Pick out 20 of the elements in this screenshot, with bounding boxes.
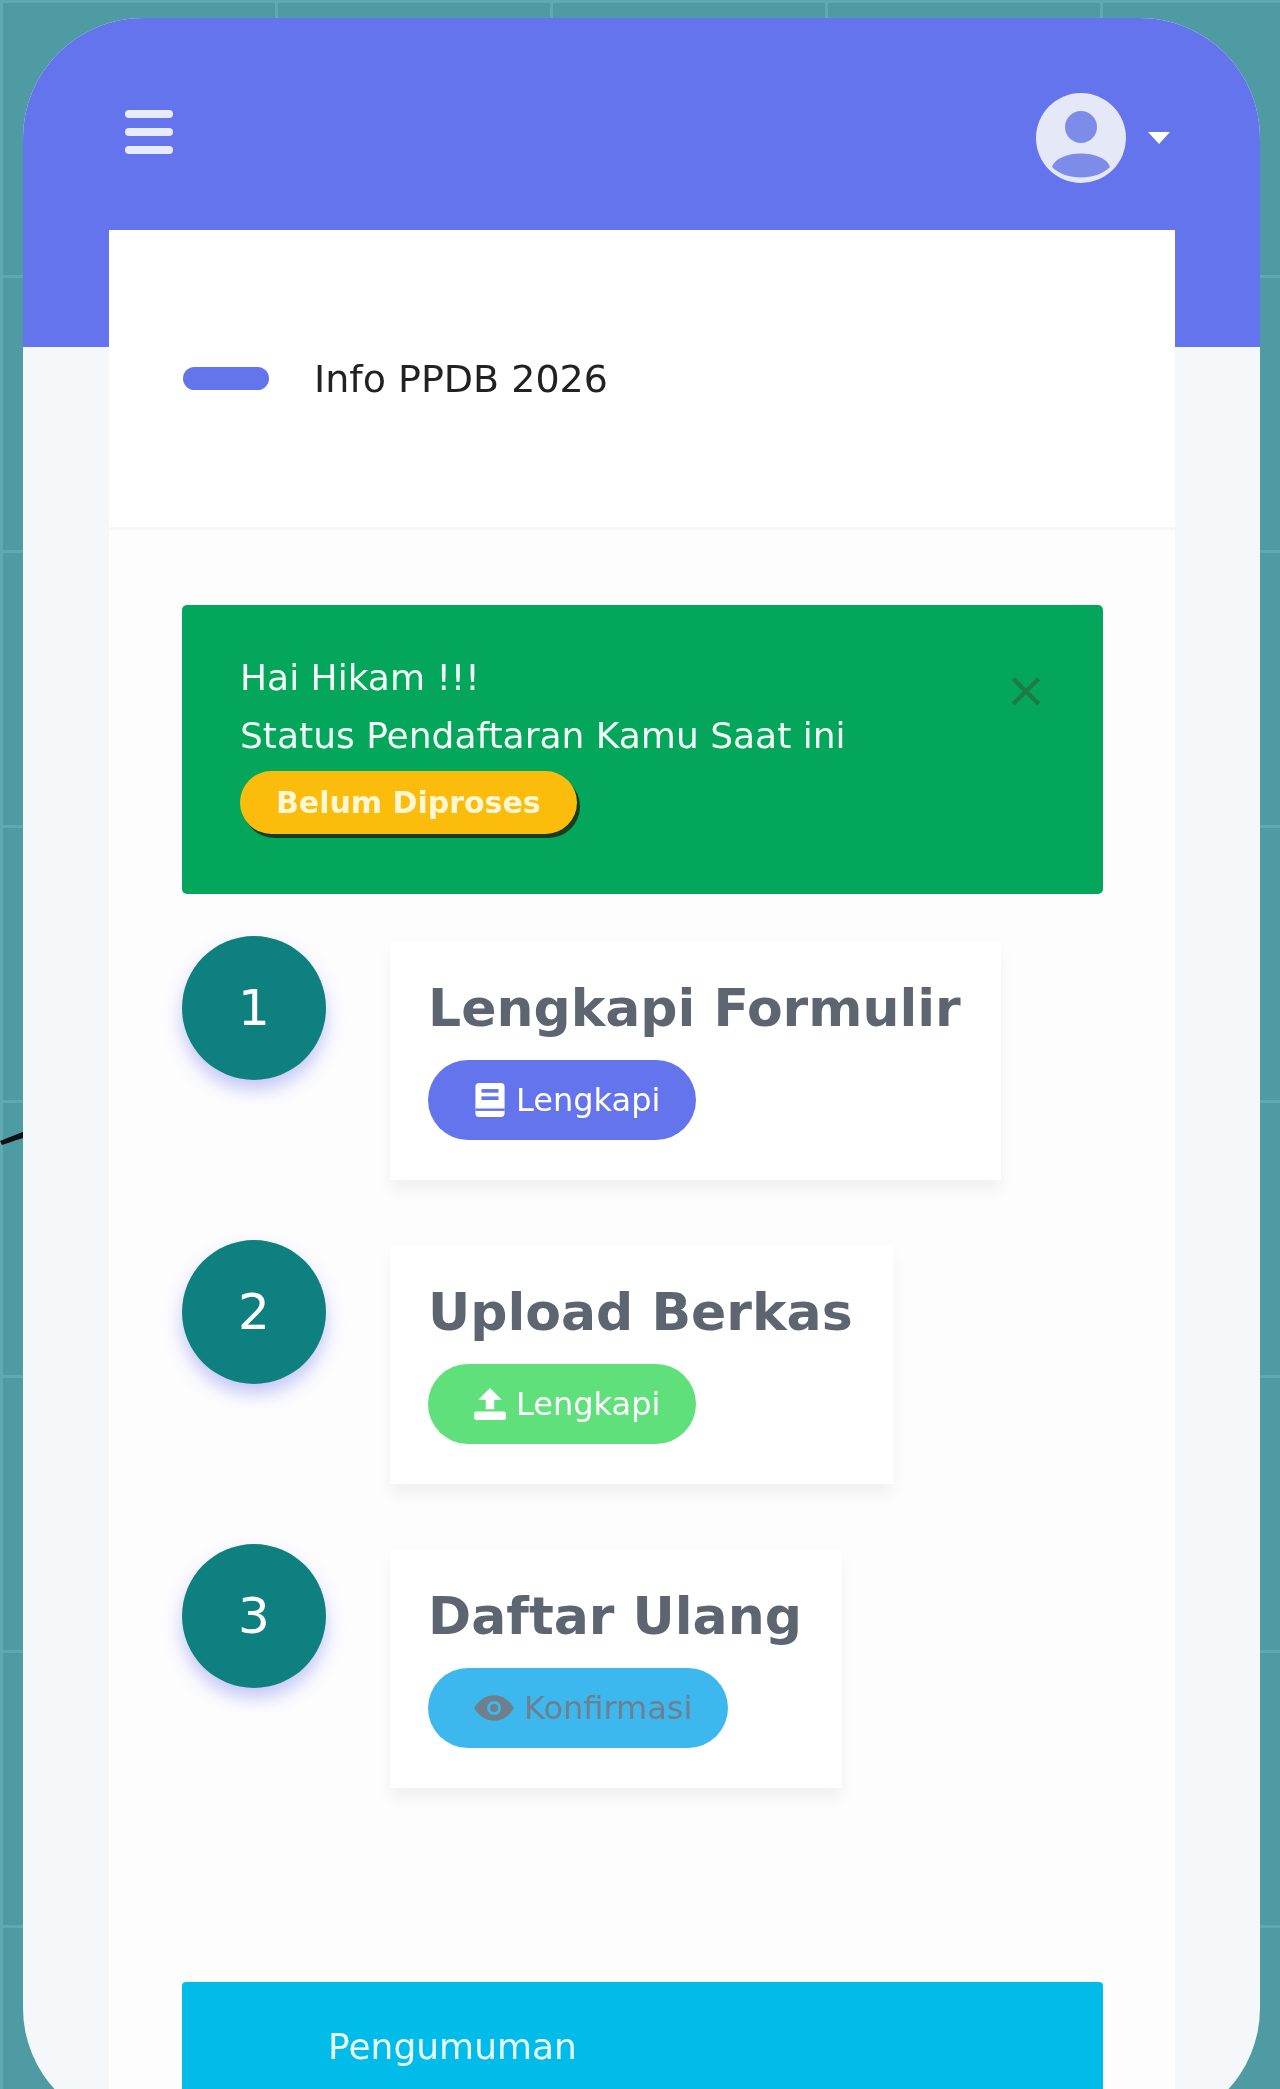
step-number: 1 xyxy=(182,936,326,1080)
step-title: Upload Berkas xyxy=(428,1282,853,1342)
step-title: Lengkapi Formulir xyxy=(428,978,961,1038)
step-button[interactable]: Lengkapi xyxy=(428,1364,697,1444)
menu-icon[interactable] xyxy=(125,110,173,154)
status-message: Status Pendaftaran Kamu Saat ini xyxy=(240,714,846,758)
greeting-text: Hai Hikam !!! xyxy=(240,656,480,700)
pill-icon xyxy=(183,367,269,390)
page-title: Info PPDB 2026 xyxy=(314,356,608,401)
eye-icon xyxy=(474,1695,514,1721)
upload-icon xyxy=(474,1387,506,1421)
caret-icon[interactable] xyxy=(1148,132,1170,144)
avatar-icon[interactable] xyxy=(1036,93,1126,183)
step-button[interactable]: Lengkapi xyxy=(428,1060,697,1140)
book-icon xyxy=(474,1083,506,1117)
announcement-title: Pengumuman xyxy=(328,2026,577,2067)
close-button[interactable]: × xyxy=(1005,665,1047,715)
step-number: 2 xyxy=(182,1240,326,1384)
step-number: 3 xyxy=(182,1544,326,1688)
step-title: Daftar Ulang xyxy=(428,1586,802,1646)
